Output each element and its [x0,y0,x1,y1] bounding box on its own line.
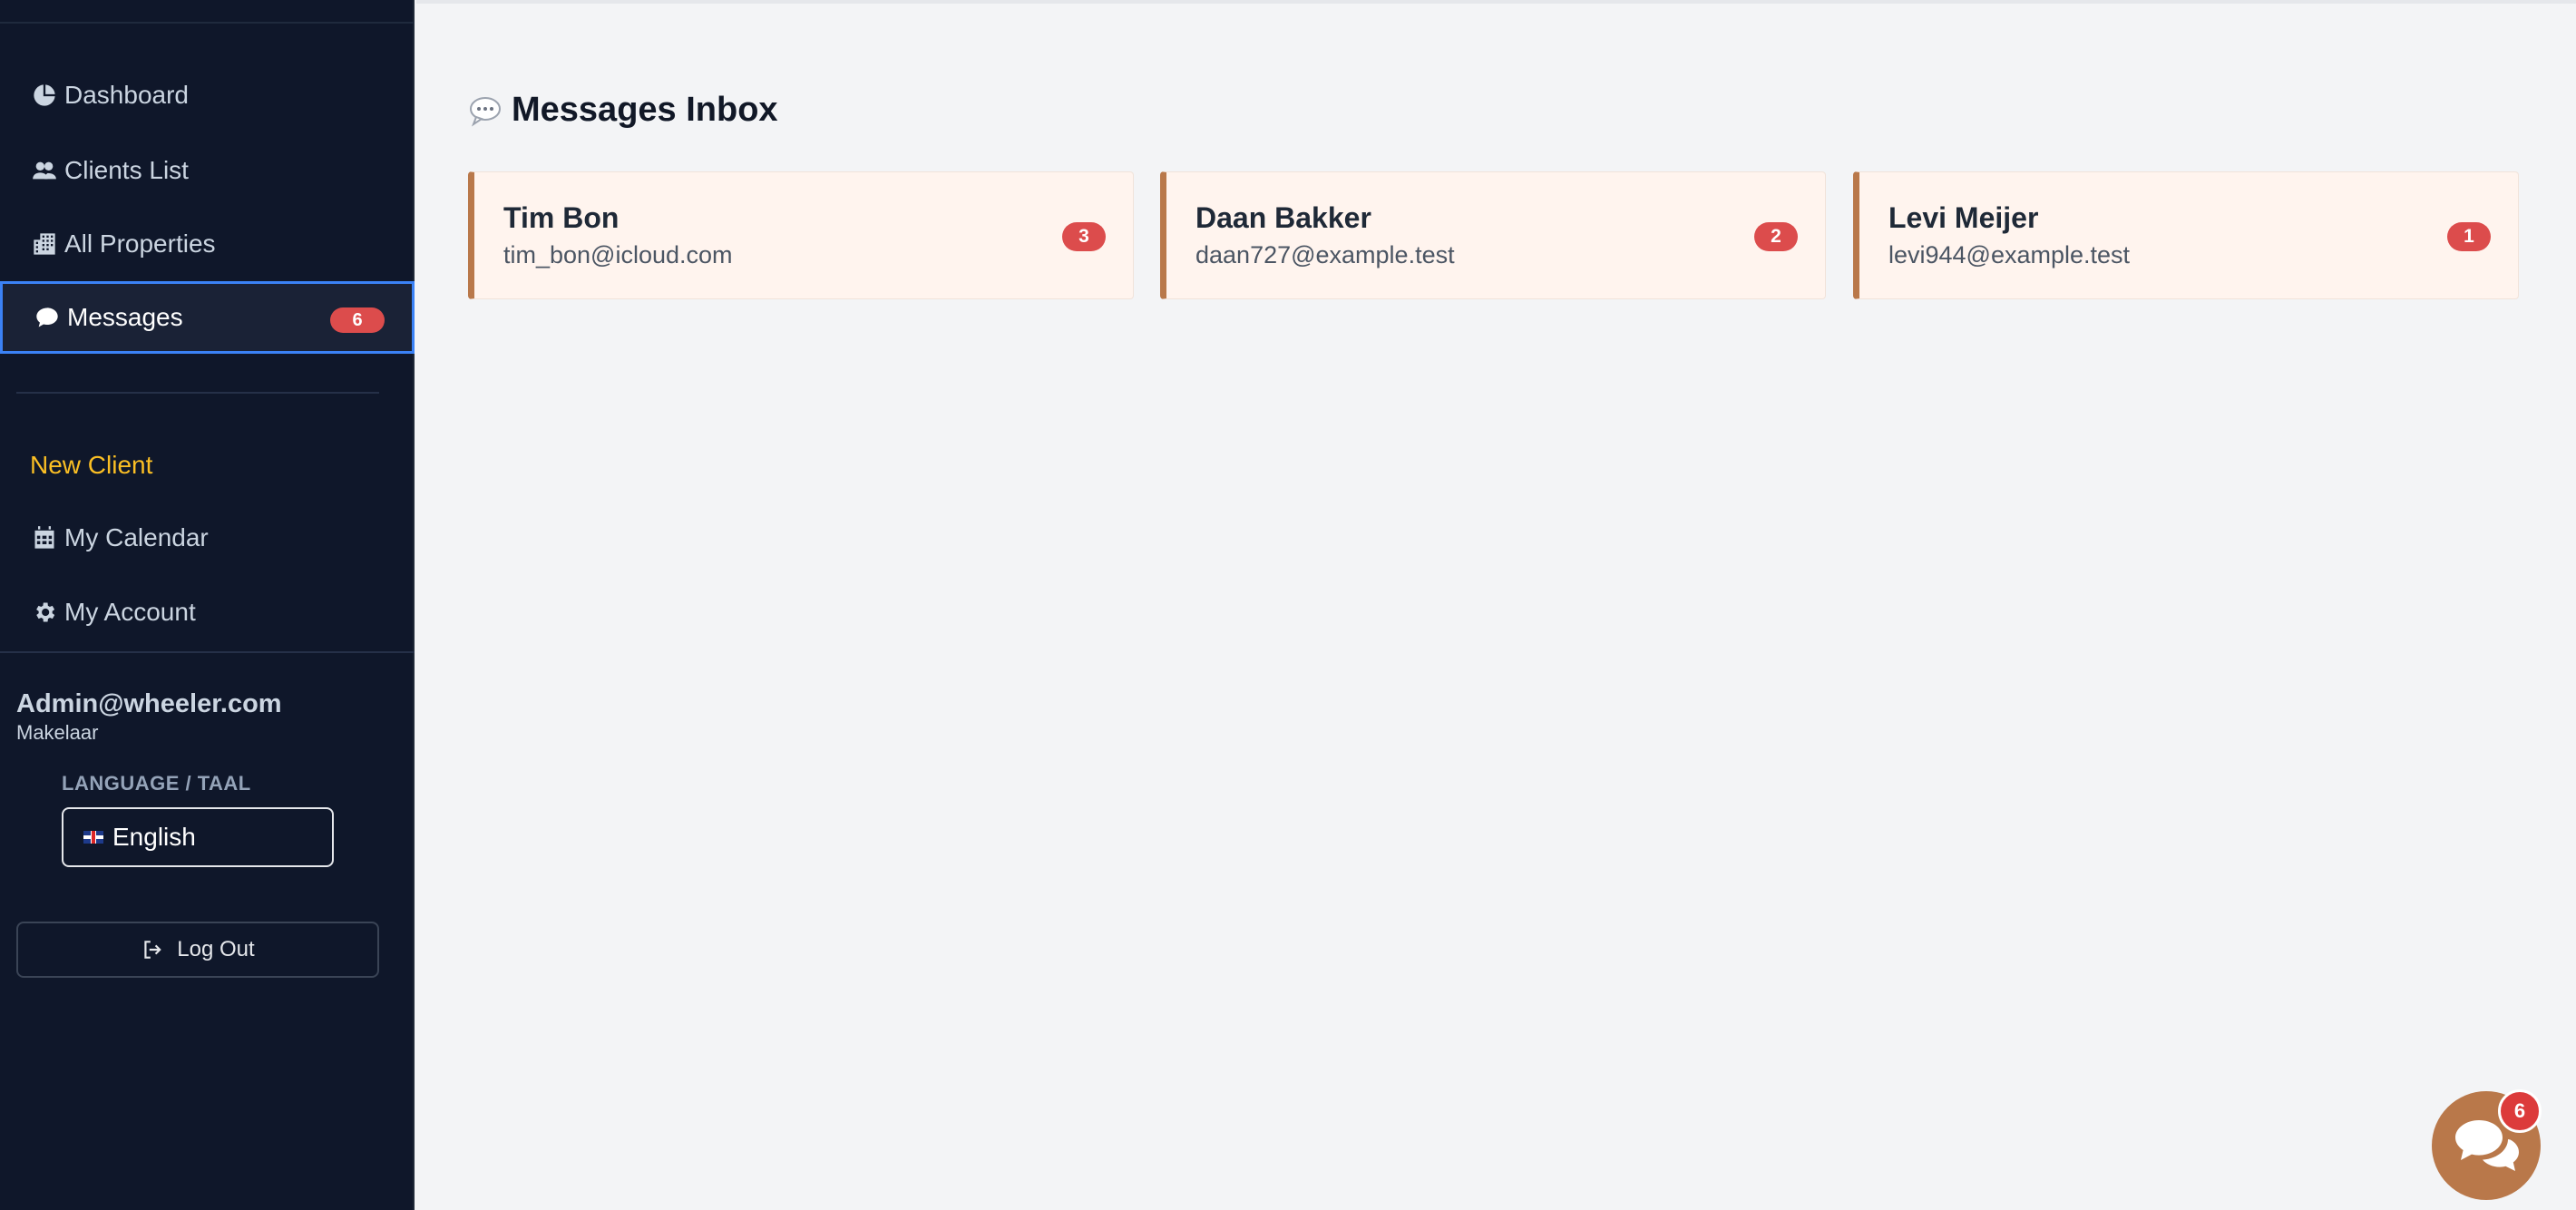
sidebar-item-label: My Calendar [64,523,209,551]
sidebar-item-my-calendar[interactable]: My Calendar [0,502,415,574]
sidebar-item-new-client[interactable]: New Client [0,429,415,502]
sidebar-divider [0,651,415,653]
sidebar-divider [16,392,379,394]
sidebar: Dashboard Clients List All Properties Me… [0,0,415,1210]
sidebar-item-label: All Properties [64,229,216,258]
contact-email: daan727@example.test [1195,241,1455,268]
main-content: Messages Inbox Tim Bon tim_bon@icloud.co… [416,0,2576,1210]
language-selected: English [112,823,196,851]
chat-widget-badge: 6 [2498,1089,2542,1133]
logout-icon [144,941,162,959]
sidebar-item-clients-list[interactable]: Clients List [0,134,415,207]
conversation-card[interactable]: Tim Bon tim_bon@icloud.com 3 [468,171,1134,299]
app-root: Dashboard Clients List All Properties Me… [0,0,2576,1210]
uk-flag-icon [83,831,103,844]
logout-button[interactable]: Log Out [16,922,379,978]
top-border [416,0,2576,4]
page-title: Messages Inbox [468,91,778,130]
sidebar-item-label: Clients List [64,156,189,184]
sidebar-item-messages[interactable]: Messages 6 [0,281,415,354]
sidebar-divider-top [0,22,415,24]
pie-chart-icon [30,81,59,110]
users-icon [30,156,59,185]
sidebar-item-all-properties[interactable]: All Properties [0,208,415,280]
gear-icon [30,598,59,627]
calendar-icon [30,523,59,552]
chat-bubble-icon [33,303,62,332]
user-email: Admin@wheeler.com [16,689,282,718]
sidebar-item-label: New Client [30,451,153,479]
language-label: LANGUAGE / TAAL [62,772,251,795]
page-title-text: Messages Inbox [512,91,778,129]
user-role: Makelaar [16,721,99,744]
sidebar-item-dashboard[interactable]: Dashboard [0,59,415,132]
sidebar-item-label: My Account [64,598,196,626]
logout-label: Log Out [177,937,255,961]
building-icon [30,229,59,259]
sidebar-item-my-account[interactable]: My Account [0,576,415,649]
unread-badge: 2 [1754,222,1798,251]
contact-email: tim_bon@icloud.com [503,241,733,268]
contact-name: Daan Bakker [1195,201,1371,234]
sidebar-item-label: Dashboard [64,81,189,109]
sidebar-item-label: Messages [67,303,183,331]
unread-badge: 6 [330,307,385,333]
conversation-card[interactable]: Levi Meijer levi944@example.test 1 [1853,171,2519,299]
unread-badge: 3 [1062,222,1106,251]
speech-balloon-icon [468,93,503,128]
conversation-card[interactable]: Daan Bakker daan727@example.test 2 [1160,171,1826,299]
language-select[interactable]: English [62,807,334,867]
contact-email: levi944@example.test [1888,241,2131,268]
contact-name: Levi Meijer [1888,201,2039,234]
unread-badge: 1 [2447,222,2491,251]
contact-name: Tim Bon [503,201,620,234]
